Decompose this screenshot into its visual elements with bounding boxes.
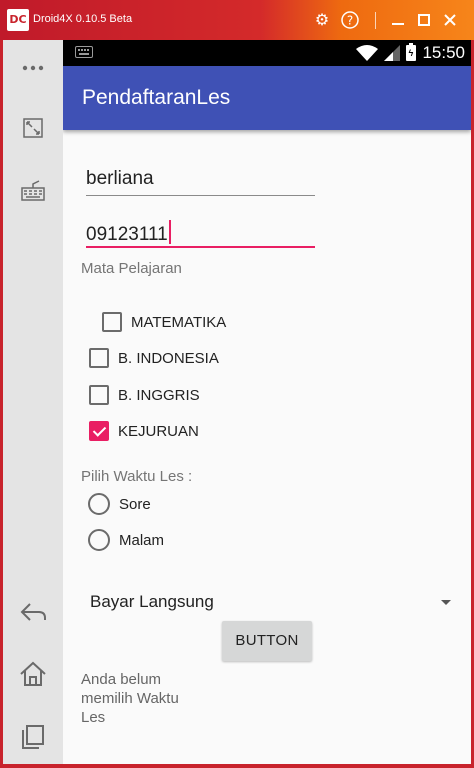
emulator-sidebar — [3, 40, 63, 764]
radio-malam[interactable]: Malam — [88, 526, 164, 554]
submit-button[interactable]: BUTTON — [222, 621, 312, 661]
home-icon[interactable] — [13, 654, 53, 694]
status-clock: 15:50 — [422, 43, 465, 62]
titlebar-divider — [375, 12, 376, 29]
help-icon[interactable]: ? — [338, 8, 362, 32]
app-bar: PendaftaranLes — [63, 66, 471, 130]
droid4x-logo-icon: DC — [7, 9, 29, 31]
keyboard-mapping-icon[interactable] — [13, 170, 53, 210]
checkbox-b-indonesia[interactable]: B. INDONESIA — [89, 344, 219, 372]
radio-circle[interactable] — [88, 529, 110, 551]
time-label: Pilih Waktu Les : — [81, 468, 193, 485]
keyboard-icon — [75, 46, 93, 58]
svg-text:?: ? — [347, 14, 353, 28]
emulator-titlebar[interactable]: DC Droid4X 0.10.5 Beta ⚙ ? — [0, 0, 474, 40]
android-screen: ϟ 15:50 PendaftaranLes berliana 09123111… — [63, 40, 471, 764]
checkbox-matematika[interactable]: MATEMATIKA — [102, 308, 226, 336]
spinner-selected-value: Bayar Langsung — [90, 592, 214, 611]
checkbox-label: B. INGGRIS — [118, 386, 200, 404]
app-title: PendaftaranLes — [82, 86, 231, 109]
recent-apps-icon[interactable] — [13, 716, 53, 756]
maximize-icon[interactable] — [412, 8, 436, 32]
text-cursor — [168, 220, 171, 244]
status-icons: ϟ 15:50 — [356, 42, 465, 64]
checkbox-label: KEJURUAN — [118, 422, 199, 440]
settings-icon[interactable]: ⚙ — [310, 8, 334, 32]
phone-field[interactable]: 09123111 — [86, 214, 315, 248]
name-field[interactable]: berliana — [86, 162, 315, 196]
signal-icon — [384, 45, 401, 61]
checkbox-b-inggris[interactable]: B. INGGRIS — [89, 381, 200, 409]
radio-label: Sore — [119, 495, 151, 513]
checkbox-kejuruan[interactable]: KEJURUAN — [89, 417, 199, 445]
name-field-value: berliana — [86, 168, 154, 189]
checkbox-label: MATEMATIKA — [131, 313, 227, 331]
radio-circle[interactable] — [88, 493, 110, 515]
close-icon[interactable] — [438, 8, 462, 32]
more-icon[interactable] — [13, 48, 53, 88]
window-title: Droid4X 0.10.5 Beta — [33, 13, 133, 25]
battery-icon: ϟ — [406, 43, 417, 61]
back-icon[interactable] — [13, 592, 53, 632]
minimize-icon[interactable] — [386, 8, 410, 32]
checkbox-box[interactable] — [89, 385, 109, 405]
fullscreen-icon[interactable] — [13, 108, 53, 148]
wifi-icon — [356, 44, 379, 62]
radio-label: Malam — [119, 531, 165, 549]
payment-spinner[interactable]: Bayar Langsung — [86, 586, 456, 620]
checkbox-box[interactable] — [102, 312, 122, 332]
checkbox-label: B. INDONESIA — [118, 349, 219, 367]
checkbox-box[interactable] — [89, 348, 109, 368]
subjects-label: Mata Pelajaran — [81, 260, 182, 277]
checkbox-box-checked[interactable] — [89, 421, 109, 441]
dropdown-arrow-icon — [441, 600, 451, 605]
phone-field-text: 09123111 — [86, 220, 171, 246]
phone-field-value: 09123111 — [86, 224, 168, 245]
emulator-window: DC Droid4X 0.10.5 Beta ⚙ ? ϟ 15:50 Penda… — [0, 0, 474, 768]
result-text: Anda belum memilih Waktu Les — [81, 671, 179, 726]
status-bar: ϟ 15:50 — [63, 40, 471, 66]
radio-sore[interactable]: Sore — [88, 490, 151, 518]
